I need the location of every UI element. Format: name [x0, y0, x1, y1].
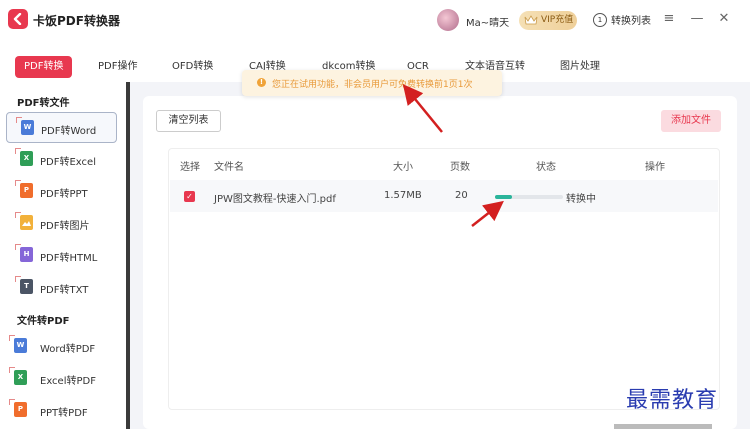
- menu-icon[interactable]: ≡: [661, 11, 677, 27]
- avatar[interactable]: [437, 9, 459, 31]
- vip-recharge-button[interactable]: VIP充值: [519, 11, 577, 30]
- sidebar-item-label: Word转PDF: [40, 344, 96, 355]
- tab-image-processing[interactable]: 图片处理: [560, 56, 600, 78]
- sidebar-item-pdf-to-excel[interactable]: X PDF转Excel: [6, 144, 117, 175]
- row-select-checkbox[interactable]: ✓: [184, 191, 195, 202]
- sidebar-item-pdf-to-html[interactable]: H PDF转HTML: [6, 240, 117, 271]
- image-file-icon: [15, 212, 33, 230]
- conversion-progress-bar: [495, 195, 563, 199]
- sidebar: PDF转文件 W PDF转Word X PDF转Excel P PDF转PPT …: [0, 82, 126, 429]
- convert-list-button[interactable]: 1 转换列表: [593, 12, 651, 27]
- column-header-pages: 页数: [450, 162, 470, 173]
- trial-notice: ! 您正在试用功能，非会员用户可免费转换前1页1次: [242, 70, 502, 96]
- username[interactable]: Ma~晴天: [466, 14, 509, 29]
- tab-pdf-convert[interactable]: PDF转换: [15, 56, 73, 78]
- watermark: 最需教育: [626, 388, 719, 413]
- title-bar: 卡饭PDF转换器 Ma~晴天 VIP充值 1 转换列表 ≡ — ✕: [0, 0, 750, 42]
- column-header-filename: 文件名: [214, 162, 244, 173]
- sidebar-item-label: PDF转TXT: [40, 285, 89, 296]
- row-status: 转换中: [566, 194, 596, 205]
- app-logo-icon: [8, 9, 28, 29]
- bottom-scrollbar[interactable]: [614, 424, 712, 429]
- close-icon[interactable]: ✕: [716, 11, 732, 27]
- word-file-icon: W: [16, 117, 34, 135]
- sidebar-item-pdf-to-word[interactable]: W PDF转Word: [6, 112, 117, 143]
- sidebar-item-ppt-to-pdf[interactable]: P PPT转PDF: [6, 395, 117, 426]
- column-header-actions: 操作: [645, 162, 665, 173]
- sidebar-item-label: PPT转PDF: [40, 408, 88, 419]
- column-header-status: 状态: [536, 162, 556, 173]
- sidebar-section-file-to-pdf: 文件转PDF: [17, 316, 70, 327]
- column-header-size: 大小: [393, 162, 413, 173]
- sidebar-item-pdf-to-ppt[interactable]: P PDF转PPT: [6, 176, 117, 207]
- tab-pdf-operations[interactable]: PDF操作: [98, 56, 137, 78]
- clear-list-button[interactable]: 清空列表: [156, 110, 221, 132]
- row-filename: JPW图文教程-快速入门.pdf: [214, 194, 336, 205]
- sidebar-item-label: PDF转PPT: [40, 189, 88, 200]
- sidebar-item-label: PDF转图片: [40, 221, 90, 232]
- sidebar-item-label: PDF转HTML: [40, 253, 98, 264]
- excel-file-icon: X: [9, 367, 27, 385]
- ppt-file-icon: P: [15, 180, 33, 198]
- convert-list-label: 转换列表: [611, 16, 651, 27]
- ppt-file-icon: P: [9, 399, 27, 417]
- sidebar-item-pdf-to-txt[interactable]: T PDF转TXT: [6, 272, 117, 303]
- row-pages: 20: [455, 190, 468, 201]
- sidebar-item-word-to-pdf[interactable]: W Word转PDF: [6, 331, 117, 362]
- app-title: 卡饭PDF转换器: [33, 14, 120, 28]
- sidebar-item-pdf-to-image[interactable]: PDF转图片: [6, 208, 117, 239]
- progress-fill: [495, 195, 512, 199]
- trial-notice-text: 您正在试用功能，非会员用户可免费转换前1页1次: [272, 80, 473, 90]
- minimize-icon[interactable]: —: [689, 11, 705, 27]
- sidebar-item-label: PDF转Word: [41, 126, 97, 137]
- add-file-button[interactable]: 添加文件: [661, 110, 721, 132]
- vip-label: VIP充值: [541, 15, 574, 25]
- sidebar-item-excel-to-pdf[interactable]: X Excel转PDF: [6, 363, 117, 394]
- column-header-select: 选择: [180, 162, 200, 173]
- convert-count-badge: 1: [593, 12, 607, 27]
- sidebar-scrollbar[interactable]: [126, 82, 130, 429]
- tab-ofd-convert[interactable]: OFD转换: [172, 56, 213, 78]
- row-size: 1.57MB: [384, 190, 422, 201]
- sidebar-item-label: PDF转Excel: [40, 157, 96, 168]
- sidebar-item-label: Excel转PDF: [40, 376, 96, 387]
- sidebar-section-pdf-to-file: PDF转文件: [17, 98, 70, 109]
- word-file-icon: W: [9, 335, 27, 353]
- warning-icon: !: [257, 78, 266, 87]
- crown-icon: [524, 15, 538, 25]
- excel-file-icon: X: [15, 148, 33, 166]
- txt-file-icon: T: [15, 276, 33, 294]
- html-file-icon: H: [15, 244, 33, 262]
